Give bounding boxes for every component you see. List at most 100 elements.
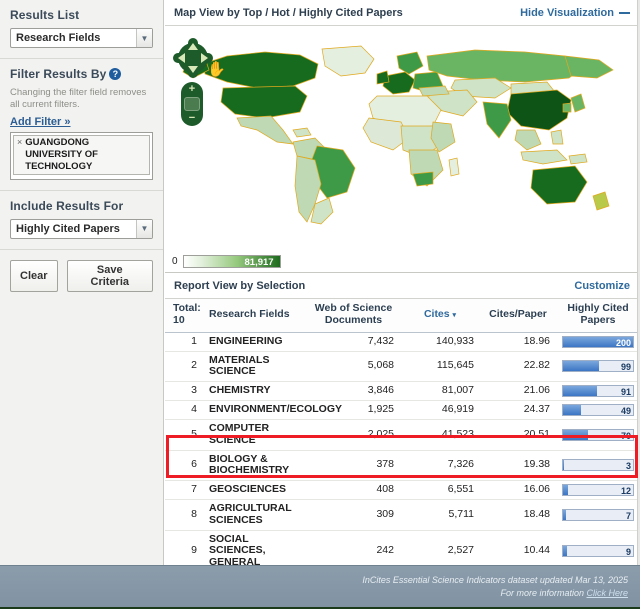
cell-cites-per-paper: 18.48 xyxy=(480,500,556,531)
highly-cited-value: 9 xyxy=(626,546,631,558)
cell-rank: 4 xyxy=(165,401,203,420)
left-sidebar: Results List Research Fields ▼ Filter Re… xyxy=(0,0,164,565)
zoom-control[interactable]: + − xyxy=(181,82,203,126)
main-content: Map View by Top / Hot / Highly Cited Pap… xyxy=(165,0,640,565)
footer-info-line: For more information Click Here xyxy=(362,587,628,600)
cell-research-field[interactable]: GEOSCIENCES xyxy=(203,481,307,500)
map-panel-header: Map View by Top / Hot / Highly Cited Pap… xyxy=(165,0,640,26)
customize-link[interactable]: Customize xyxy=(574,280,630,292)
filter-chip[interactable]: × GUANGDONG UNIVERSITY OF TECHNOLOGY xyxy=(13,135,150,176)
cell-research-field[interactable]: ENGINEERING xyxy=(203,332,307,351)
table-row[interactable]: 1ENGINEERING7,432140,93318.96 200 xyxy=(165,332,640,351)
cell-cites: 46,919 xyxy=(400,401,480,420)
include-results-select[interactable]: Highly Cited Papers xyxy=(10,219,153,239)
th-cites-per-paper[interactable]: Cites/Paper xyxy=(480,299,556,332)
total-value: 10 xyxy=(173,315,197,327)
legend-gradient-bar: 81,917 xyxy=(183,255,281,268)
cell-cites: 41,523 xyxy=(400,420,480,451)
footer-text: InCites Essential Science Indicators dat… xyxy=(362,574,628,600)
table-row[interactable]: 4ENVIRONMENT/ECOLOGY1,92546,91924.3749 xyxy=(165,401,640,420)
legend-min-value: 0 xyxy=(172,256,178,267)
cell-research-field[interactable]: COMPUTER SCIENCE xyxy=(203,420,307,451)
table-header: Total: 10 Research Fields Web of Science… xyxy=(165,299,640,332)
include-results-select-wrap[interactable]: Highly Cited Papers ▼ xyxy=(10,219,153,239)
page-footer: InCites Essential Science Indicators dat… xyxy=(0,565,640,609)
highly-cited-bar-fill xyxy=(563,546,567,556)
th-highly-cited-papers[interactable]: Highly Cited Papers xyxy=(556,299,640,332)
arrow-down-icon[interactable] xyxy=(188,66,198,73)
cell-rank: 3 xyxy=(165,382,203,401)
cell-cites-per-paper: 16.06 xyxy=(480,481,556,500)
cell-documents: 7,432 xyxy=(307,332,400,351)
th-web-of-science-documents[interactable]: Web of Science Documents xyxy=(307,299,400,332)
highly-cited-value: 7 xyxy=(626,510,631,522)
table-row[interactable]: 6BIOLOGY & BIOCHEMISTRY3787,32619.383 xyxy=(165,450,640,481)
highly-cited-value: 200 xyxy=(616,337,631,349)
cell-cites-per-paper: 21.06 xyxy=(480,382,556,401)
cell-cites-per-paper: 19.38 xyxy=(480,450,556,481)
zoom-out-button[interactable]: − xyxy=(181,113,203,124)
arrow-up-icon[interactable] xyxy=(188,43,198,50)
zoom-slider-handle[interactable] xyxy=(184,97,200,111)
report-panel: Report View by Selection Customize Total… xyxy=(165,272,640,592)
cell-cites-per-paper: 18.96 xyxy=(480,332,556,351)
cell-rank: 1 xyxy=(165,332,203,351)
results-list-select[interactable]: Research Fields xyxy=(10,28,153,48)
highly-cited-bar: 200 xyxy=(562,336,634,348)
footer-dataset-line: InCites Essential Science Indicators dat… xyxy=(362,574,628,587)
cell-highly-cited-bar: 49 xyxy=(556,401,640,420)
sidebar-action-buttons: Clear Save Criteria xyxy=(0,250,163,302)
table-row[interactable]: 5COMPUTER SCIENCE2,02541,52320.5170 xyxy=(165,420,640,451)
cell-research-field[interactable]: CHEMISTRY xyxy=(203,382,307,401)
world-map[interactable]: + − ✋ xyxy=(165,26,640,248)
close-icon[interactable]: × xyxy=(17,137,22,173)
highly-cited-value: 99 xyxy=(621,361,631,373)
table-row[interactable]: 7GEOSCIENCES4086,55116.0612 xyxy=(165,481,640,500)
highly-cited-bar-fill xyxy=(563,460,564,470)
report-panel-title: Report View by Selection xyxy=(174,280,305,292)
cell-research-field[interactable]: BIOLOGY & BIOCHEMISTRY xyxy=(203,450,307,481)
clear-button[interactable]: Clear xyxy=(10,260,58,292)
help-icon[interactable]: ? xyxy=(109,68,121,80)
table-row[interactable]: 8AGRICULTURAL SCIENCES3095,71118.487 xyxy=(165,500,640,531)
cell-research-field[interactable]: MATERIALS SCIENCE xyxy=(203,351,307,382)
results-list-select-wrap[interactable]: Research Fields ▼ xyxy=(10,28,153,48)
table-row[interactable]: 2MATERIALS SCIENCE5,068115,64522.8299 xyxy=(165,351,640,382)
highly-cited-bar-fill xyxy=(563,361,599,371)
sort-descending-icon: ▾ xyxy=(453,312,457,319)
filter-results-panel: Filter Results By? Changing the filter f… xyxy=(0,59,163,191)
th-cites[interactable]: Cites ▾ xyxy=(400,299,480,332)
cell-research-field[interactable]: AGRICULTURAL SCIENCES xyxy=(203,500,307,531)
results-list-panel: Results List Research Fields ▼ xyxy=(0,0,163,59)
cell-cites: 140,933 xyxy=(400,332,480,351)
legend-max-value: 81,917 xyxy=(245,256,274,269)
filter-results-note: Changing the filter field removes all cu… xyxy=(10,87,153,111)
cell-highly-cited-bar: 200 xyxy=(556,332,640,351)
arrow-left-icon[interactable] xyxy=(178,53,185,63)
filter-chip-label: GUANGDONG UNIVERSITY OF TECHNOLOGY xyxy=(25,137,146,173)
cell-highly-cited-bar: 3 xyxy=(556,450,640,481)
cell-cites: 5,711 xyxy=(400,500,480,531)
cell-documents: 309 xyxy=(307,500,400,531)
hide-visualization-link[interactable]: Hide Visualization xyxy=(520,7,630,19)
th-research-fields[interactable]: Research Fields xyxy=(203,299,307,332)
hand-cursor-icon: ✋ xyxy=(207,60,226,78)
results-table: Total: 10 Research Fields Web of Science… xyxy=(165,299,640,592)
highly-cited-bar-fill xyxy=(563,430,588,440)
cell-rank: 6 xyxy=(165,450,203,481)
highly-cited-bar: 99 xyxy=(562,360,634,372)
save-criteria-button[interactable]: Save Criteria xyxy=(67,260,153,292)
add-filter-link[interactable]: Add Filter » xyxy=(10,116,71,128)
zoom-in-button[interactable]: + xyxy=(181,84,203,95)
cell-research-field[interactable]: ENVIRONMENT/ECOLOGY xyxy=(203,401,307,420)
click-here-link[interactable]: Click Here xyxy=(586,588,628,598)
table-row[interactable]: 3CHEMISTRY3,84681,00721.0691 xyxy=(165,382,640,401)
highly-cited-bar: 91 xyxy=(562,385,634,397)
map-panel-title: Map View by Top / Hot / Highly Cited Pap… xyxy=(174,7,403,19)
th-cites-label: Cites xyxy=(424,308,450,320)
cell-highly-cited-bar: 91 xyxy=(556,382,640,401)
cell-highly-cited-bar: 12 xyxy=(556,481,640,500)
cell-cites-per-paper: 20.51 xyxy=(480,420,556,451)
cell-documents: 3,846 xyxy=(307,382,400,401)
map-navigation-controls[interactable]: + − ✋ xyxy=(173,38,215,126)
